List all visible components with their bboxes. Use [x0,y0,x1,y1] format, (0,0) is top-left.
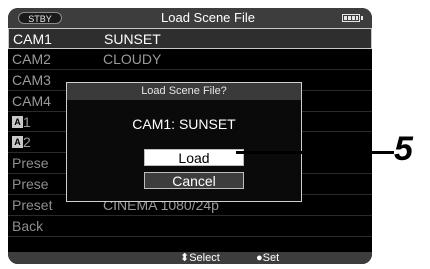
list-item-key: Back [12,218,44,235]
status-badge: STBY [18,12,62,24]
list-item-value: SUNSET [104,31,161,47]
dialog-title: Load Scene File? [67,83,301,100]
list-item-back[interactable]: Back [8,216,372,237]
callout-number: 5 [394,130,413,168]
list-item-cam1[interactable]: CAM1 SUNSET [8,28,372,49]
camera-lcd-screen: STBY Load Scene File CAM1 SUNSET CAM2 CL… [8,8,372,264]
load-button[interactable]: Load [144,149,244,166]
dialog-message: CAM1: SUNSET [132,116,236,132]
battery-icon [342,14,363,22]
page-title: Load Scene File [161,10,255,25]
select-hint: ⬍Select [180,252,220,264]
list-item-key: A2 [12,132,31,152]
top-status-bar: STBY Load Scene File [8,8,372,28]
card-slot-icon: A [12,115,23,128]
list-item-key-number: 2 [23,134,31,151]
bottom-hint-bar: ⬍Select ●Set [8,252,372,264]
list-item-key-number: 1 [23,113,31,130]
list-item-cam2[interactable]: CAM2 CLOUDY [8,49,372,70]
list-item-key: CAM3 [12,71,51,88]
load-confirm-dialog: Load Scene File? CAM1: SUNSET Load Cance… [66,82,302,202]
callout-line [236,151,394,154]
cancel-button[interactable]: Cancel [144,172,244,189]
list-item-key: CAM1 [13,31,52,47]
list-item-key: A1 [12,112,31,132]
list-item-key: CAM4 [12,92,51,109]
list-item-key: CAM2 [12,50,51,67]
card-slot-icon: A [12,136,23,149]
list-item-key: Preset [12,197,53,214]
list-item-value: CLOUDY [103,50,162,67]
set-hint: ●Set [256,252,280,264]
list-item-key: Prese [12,176,49,193]
list-item-key: Prese [12,155,49,172]
